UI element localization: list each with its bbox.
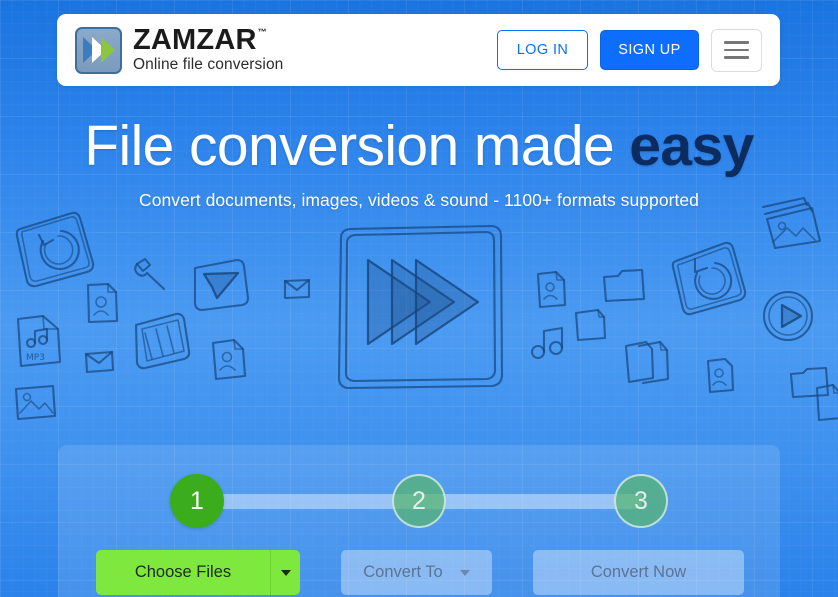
chevron-down-icon bbox=[459, 569, 470, 576]
clipboard-icon bbox=[574, 308, 607, 342]
page-title: File conversion made easy bbox=[0, 113, 838, 179]
music-note-icon bbox=[530, 326, 564, 360]
zamzar-logo-icon bbox=[75, 26, 122, 74]
contact-card-icon bbox=[86, 282, 119, 324]
choose-files-dropdown-button[interactable] bbox=[271, 550, 300, 595]
logo-text: ZAMZAR ™ Online file conversion bbox=[133, 23, 284, 75]
brand-tagline: Online file conversion bbox=[133, 55, 284, 73]
envelope-icon bbox=[283, 278, 311, 300]
document-icon bbox=[536, 270, 567, 309]
step-indicator: 1 2 3 bbox=[58, 474, 780, 530]
wrench-icon bbox=[134, 257, 166, 291]
refresh-square-icon bbox=[15, 211, 95, 288]
chevron-down-icon bbox=[280, 569, 291, 576]
hamburger-menu-icon[interactable] bbox=[711, 28, 762, 72]
photo-icon bbox=[14, 384, 57, 421]
play-circle-icon bbox=[762, 290, 814, 342]
step-1-indicator[interactable]: 1 bbox=[170, 474, 224, 528]
signup-button[interactable]: SIGN UP bbox=[600, 30, 699, 70]
convert-to-button[interactable]: Convert To bbox=[341, 550, 492, 595]
document-icon bbox=[706, 357, 735, 394]
hero-title-main: File conversion made bbox=[84, 114, 630, 178]
folder-icon bbox=[789, 366, 830, 399]
converter-panel: 1 2 3 Choose Files Convert To Convert No… bbox=[58, 445, 780, 597]
trademark-symbol: ™ bbox=[257, 26, 267, 37]
folder-icon bbox=[602, 268, 646, 303]
double-chevron-icon bbox=[82, 37, 115, 63]
film-strip-icon bbox=[134, 312, 191, 370]
site-header: ZAMZAR ™ Online file conversion LOG IN S… bbox=[57, 14, 780, 86]
refresh-square-icon bbox=[671, 241, 747, 316]
page-root: MP3 ZAMZAR ™ Online file conversion LOG … bbox=[0, 0, 838, 597]
login-button[interactable]: LOG IN bbox=[497, 30, 588, 70]
send-icon bbox=[193, 258, 250, 312]
step-2-indicator[interactable]: 2 bbox=[392, 474, 446, 528]
menu-bar bbox=[724, 48, 749, 52]
header-actions: LOG IN SIGN UP bbox=[497, 28, 762, 72]
clipboard-icon bbox=[624, 340, 670, 385]
brand-wordmark: ZAMZAR ™ bbox=[133, 23, 283, 56]
convert-to-label: Convert To bbox=[363, 563, 443, 581]
hero-subtitle: Convert documents, images, videos & soun… bbox=[139, 190, 699, 210]
choose-files-button[interactable]: Choose Files bbox=[96, 550, 271, 595]
brand-name: ZAMZAR bbox=[133, 23, 257, 56]
hero-title-accent: easy bbox=[629, 114, 754, 178]
hero-section: File conversion made easy Convert docume… bbox=[0, 113, 838, 211]
zamzar-sketch-logo-icon bbox=[337, 224, 504, 390]
converter-actions: Choose Files Convert To Convert Now bbox=[58, 550, 780, 595]
document-icon bbox=[211, 338, 247, 381]
document-icon bbox=[815, 383, 838, 422]
envelope-icon bbox=[84, 350, 115, 374]
menu-bar bbox=[724, 56, 749, 59]
choose-files-group: Choose Files bbox=[96, 550, 300, 595]
mp3-file-icon: MP3 bbox=[16, 314, 62, 368]
step-3-indicator[interactable]: 3 bbox=[614, 474, 668, 528]
svg-text:MP3: MP3 bbox=[26, 353, 45, 363]
logo-link[interactable]: ZAMZAR ™ Online file conversion bbox=[75, 23, 284, 75]
menu-bar bbox=[724, 41, 749, 44]
convert-now-button[interactable]: Convert Now bbox=[533, 550, 744, 595]
